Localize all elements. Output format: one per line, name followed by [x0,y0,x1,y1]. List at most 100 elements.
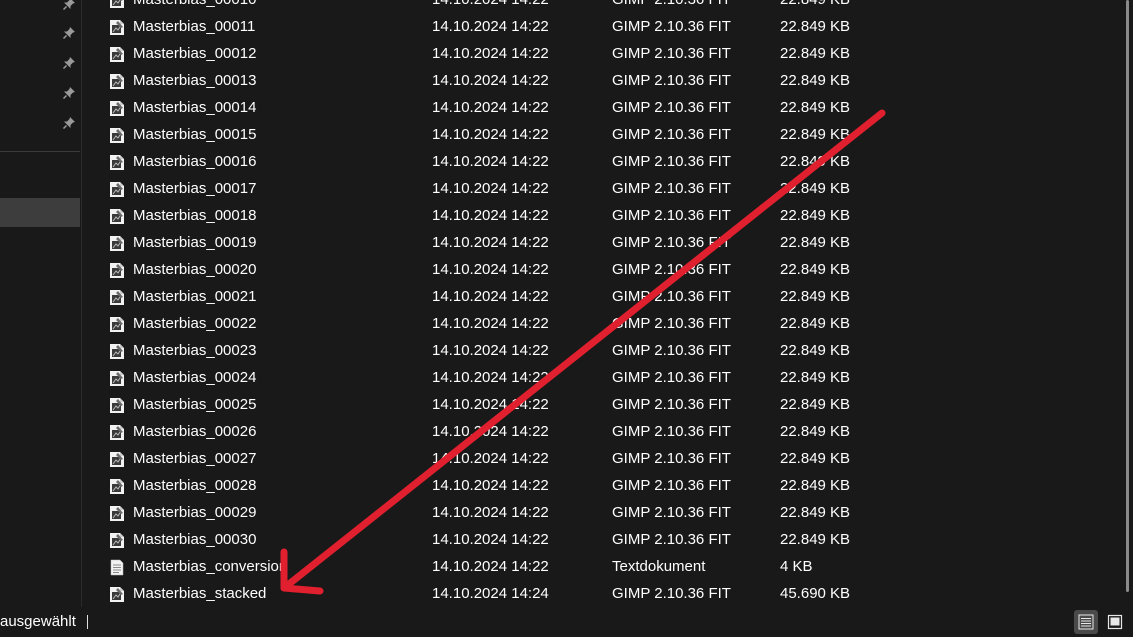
file-row[interactable]: Masterbias_00016 14.10.2024 14:22 GIMP 2.1… [95,148,1115,175]
text-document-icon [109,558,125,576]
fits-image-icon [109,45,125,62]
file-date-modified: 14.10.2024 14:22 [432,396,549,413]
file-row[interactable]: Masterbias_00014 14.10.2024 14:22 GIMP 2.1… [95,94,1115,121]
file-name: Masterbias_00026 [133,423,257,440]
nav-item-selected[interactable] [0,198,80,227]
file-name: Masterbias_00030 [133,531,257,548]
file-date-modified: 14.10.2024 14:22 [432,126,549,143]
file-date-modified: 14.10.2024 14:22 [432,477,549,494]
fits-image-icon [109,261,125,278]
file-row[interactable]: Masterbias_00013 14.10.2024 14:22 GIMP 2.1… [95,67,1115,94]
file-type: GIMP 2.10.36 FIT [612,261,731,278]
file-row[interactable]: Masterbias_00020 14.10.2024 14:22 GIMP 2.1… [95,256,1115,283]
file-type: GIMP 2.10.36 FIT [612,126,731,143]
file-date-modified: 14.10.2024 14:22 [432,450,549,467]
file-row[interactable]: Masterbias_00028 14.10.2024 14:22 GIMP 2.1… [95,472,1115,499]
file-row[interactable]: Masterbias_00017 14.10.2024 14:22 GIMP 2.1… [95,175,1115,202]
fits-image-icon [109,126,125,143]
file-row[interactable]: Masterbias_00027 14.10.2024 14:22 GIMP 2.1… [95,445,1115,472]
file-date-modified: 14.10.2024 14:22 [432,423,549,440]
file-name: Masterbias_00011 [133,18,256,35]
scrollbar-thumb[interactable] [1126,0,1129,592]
file-size: 22.849 KB [780,315,851,332]
file-row[interactable]: Masterbias_00012 14.10.2024 14:22 GIMP 2.1… [95,40,1115,67]
file-type: GIMP 2.10.36 FIT [612,531,731,548]
file-row[interactable]: Masterbias_00018 14.10.2024 14:22 GIMP 2.1… [95,202,1115,229]
file-date-modified: 14.10.2024 14:22 [432,342,549,359]
pin-icon[interactable] [60,24,78,42]
file-type: Textdokument [612,558,706,575]
large-icons-view-button[interactable] [1103,610,1127,634]
fits-image-icon [109,207,125,224]
file-date-modified: 14.10.2024 14:22 [432,72,549,89]
file-date-modified: 14.10.2024 14:22 [432,531,549,548]
fits-image-icon [109,0,125,8]
file-row[interactable]: Masterbias_conversion 14.10.2024 14:22 Tex… [95,553,1115,580]
fits-image-icon [109,18,125,35]
file-date-modified: 14.10.2024 14:22 [432,288,549,305]
pane-divider[interactable] [81,0,82,607]
file-row[interactable]: Masterbias_00024 14.10.2024 14:22 GIMP 2.1… [95,364,1115,391]
file-type: GIMP 2.10.36 FIT [612,585,731,602]
file-row[interactable]: Masterbias_00019 14.10.2024 14:22 GIMP 2.1… [95,229,1115,256]
pin-icon[interactable] [60,0,78,13]
file-size: 22.849 KB [780,18,851,35]
file-name: Masterbias_00015 [133,126,257,143]
file-type: GIMP 2.10.36 FIT [612,207,731,224]
file-row[interactable]: Masterbias_00029 14.10.2024 14:22 GIMP 2.1… [95,499,1115,526]
file-size: 22.849 KB [780,0,850,13]
file-date-modified: 14.10.2024 14:22 [432,0,549,13]
details-view-button[interactable] [1074,610,1098,634]
pin-icon[interactable] [60,114,78,132]
file-date-modified: 14.10.2024 14:22 [432,261,549,278]
file-size: 22.849 KB [780,450,851,467]
file-row[interactable]: Masterbias_00015 14.10.2024 14:22 GIMP 2.1… [95,121,1115,148]
pin-icon[interactable] [60,54,78,72]
file-type: GIMP 2.10.36 FIT [612,315,731,332]
file-date-modified: 14.10.2024 14:22 [432,45,549,62]
file-size: 22.849 KB [780,72,851,89]
file-size: 4 KB [780,558,813,575]
details-view-icon [1078,614,1094,630]
nav-separator [0,151,80,152]
file-size: 22.849 KB [780,180,851,197]
file-name: Masterbias_00016 [133,153,257,170]
file-size: 22.849 KB [780,477,851,494]
pin-icon[interactable] [60,84,78,102]
file-type: GIMP 2.10.36 FIT [612,45,731,62]
file-row[interactable]: Masterbias_00011 14.10.2024 14:22 GIMP 2.1… [95,13,1115,40]
file-size: 22.849 KB [780,396,851,413]
fits-image-icon [109,342,125,359]
file-name: Masterbias_00028 [133,477,257,494]
file-date-modified: 14.10.2024 14:22 [432,153,549,170]
file-date-modified: 14.10.2024 14:24 [432,585,549,602]
file-row[interactable]: Masterbias_00023 14.10.2024 14:22 GIMP 2.1… [95,337,1115,364]
file-type: GIMP 2.10.36 FIT [612,288,731,305]
status-divider [87,615,88,629]
file-name: Masterbias_00020 [133,261,257,278]
file-name: Masterbias_00024 [133,369,257,386]
file-row[interactable]: Masterbias_00021 14.10.2024 14:22 GIMP 2.1… [95,283,1115,310]
status-bar: ausgewählt [0,607,1133,637]
file-name: Masterbias_00013 [133,72,257,89]
file-row[interactable]: Masterbias_00025 14.10.2024 14:22 GIMP 2.1… [95,391,1115,418]
fits-image-icon [109,315,125,332]
file-name: Masterbias_00022 [133,315,257,332]
file-row[interactable]: Masterbias_00010 14.10.2024 14:22 GIMP 2.1… [95,0,1115,13]
file-name: Masterbias_conversion [133,558,288,575]
file-type: GIMP 2.10.36 FIT [612,0,731,13]
file-row[interactable]: Masterbias_stacked 14.10.2024 14:24 GIMP 2… [95,580,1115,607]
file-type: GIMP 2.10.36 FIT [612,153,731,170]
file-row[interactable]: Masterbias_00030 14.10.2024 14:22 GIMP 2.1… [95,526,1115,553]
selection-status-text: ausgewählt [0,613,76,630]
file-name: Masterbias_00029 [133,504,257,521]
file-name: Masterbias_00023 [133,342,257,359]
navigation-pane [0,0,80,607]
file-name: Masterbias_00017 [133,180,257,197]
file-size: 22.849 KB [780,99,851,116]
file-row[interactable]: Masterbias_00022 14.10.2024 14:22 GIMP 2.1… [95,310,1115,337]
file-size: 22.849 KB [780,207,851,224]
file-size: 22.849 KB [780,369,851,386]
file-row[interactable]: Masterbias_00026 14.10.2024 14:22 GIMP 2.1… [95,418,1115,445]
file-size: 22.849 KB [780,423,851,440]
